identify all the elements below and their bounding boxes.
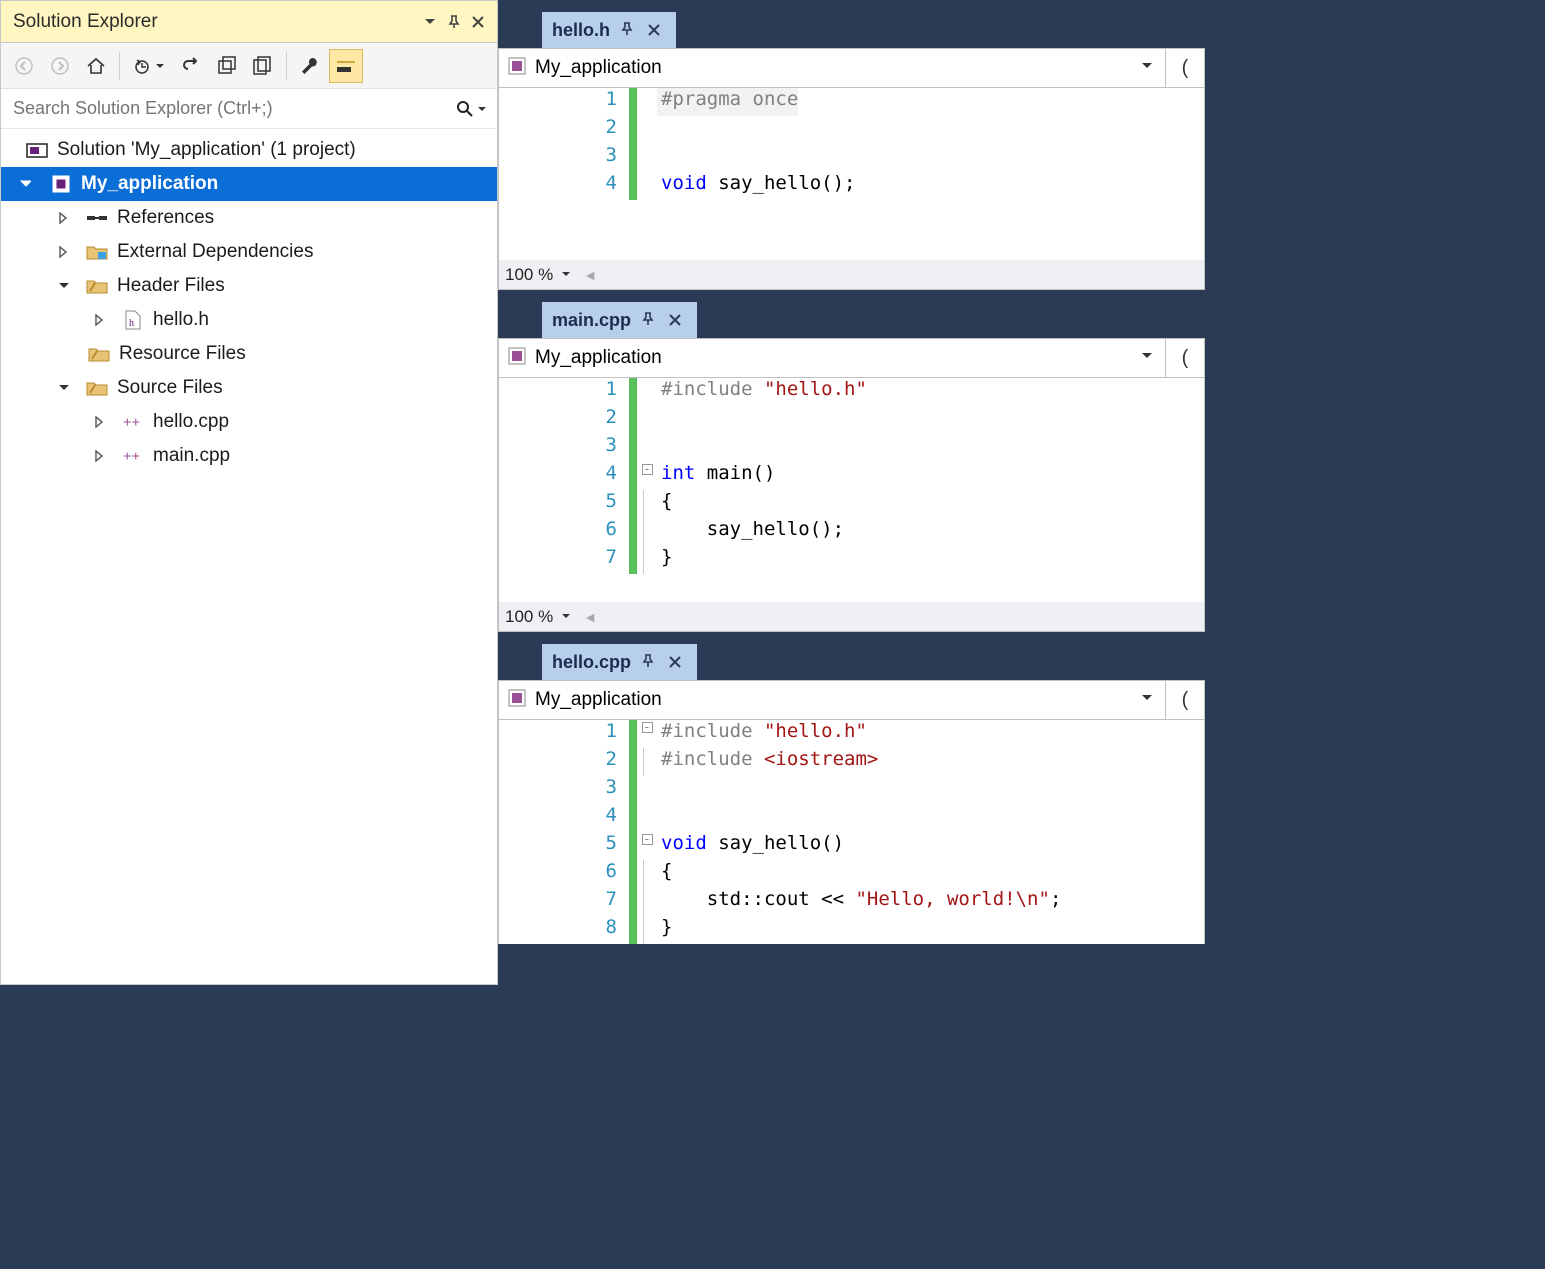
close-icon[interactable] bbox=[669, 310, 687, 331]
project-icon bbox=[49, 172, 73, 196]
project-icon bbox=[507, 688, 527, 713]
cpp-file-icon: ++ bbox=[121, 444, 145, 468]
hello-cpp-node[interactable]: ++ hello.cpp bbox=[1, 405, 497, 439]
tab-hello-h[interactable]: hello.h bbox=[542, 12, 676, 48]
home-button[interactable] bbox=[79, 49, 113, 83]
zoom-bar[interactable]: 100 % ◄ bbox=[498, 260, 1205, 290]
expand-icon[interactable] bbox=[89, 314, 109, 326]
search-icon[interactable] bbox=[455, 99, 487, 119]
scroll-left-icon[interactable]: ◄ bbox=[583, 267, 597, 283]
show-all-files-button[interactable] bbox=[246, 49, 280, 83]
solution-explorer-titlebar: Solution Explorer bbox=[1, 1, 497, 43]
editor-navbar: My_application ( bbox=[498, 338, 1205, 378]
close-icon[interactable] bbox=[467, 11, 489, 33]
chevron-down-icon[interactable] bbox=[1141, 59, 1157, 77]
project-icon bbox=[507, 346, 527, 371]
solution-explorer-panel: Solution Explorer bbox=[0, 0, 498, 985]
tab-hello-cpp[interactable]: hello.cpp bbox=[542, 644, 697, 680]
preview-button[interactable] bbox=[329, 49, 363, 83]
editor-main-cpp[interactable]: 1#include "hello.h" 2 3 4-int main() 5{ … bbox=[498, 378, 1205, 602]
header-files-node[interactable]: Header Files bbox=[1, 269, 497, 303]
svg-text:++: ++ bbox=[123, 415, 140, 431]
editor-navbar: My_application ( bbox=[498, 48, 1205, 88]
chevron-down-icon[interactable] bbox=[561, 265, 575, 285]
filter-folder-icon bbox=[85, 376, 109, 400]
filter-folder-icon bbox=[87, 342, 111, 366]
member-dropdown[interactable]: ( bbox=[1166, 347, 1204, 370]
fold-icon[interactable]: - bbox=[642, 464, 653, 475]
solution-icon bbox=[25, 138, 49, 162]
collapse-icon[interactable] bbox=[53, 382, 73, 394]
collapse-icon[interactable] bbox=[53, 280, 73, 292]
scope-dropdown[interactable]: My_application bbox=[499, 56, 1165, 81]
scope-dropdown[interactable]: My_application bbox=[499, 346, 1165, 371]
tab-main-cpp[interactable]: main.cpp bbox=[542, 302, 697, 338]
collapse-all-button[interactable] bbox=[210, 49, 244, 83]
resource-files-node[interactable]: Resource Files bbox=[1, 337, 497, 371]
editor-hello-h[interactable]: 1#pragma once 2 3 4void say_hello(); bbox=[498, 88, 1205, 260]
external-deps-node[interactable]: External Dependencies bbox=[1, 235, 497, 269]
pin-icon[interactable] bbox=[443, 11, 465, 33]
solution-search-input[interactable] bbox=[11, 97, 455, 120]
svg-text:h: h bbox=[129, 318, 134, 329]
expand-icon[interactable] bbox=[53, 246, 73, 258]
solution-node[interactable]: Solution 'My_application' (1 project) bbox=[1, 133, 497, 167]
expand-icon[interactable] bbox=[53, 212, 73, 224]
svg-text:++: ++ bbox=[123, 449, 140, 465]
solution-search[interactable] bbox=[1, 89, 497, 129]
dropdown-icon[interactable] bbox=[419, 11, 441, 33]
editor-hello-cpp[interactable]: 1-#include "hello.h" 2#include <iostream… bbox=[498, 720, 1205, 944]
pin-icon[interactable] bbox=[641, 310, 659, 331]
solution-tree[interactable]: Solution 'My_application' (1 project) My… bbox=[1, 129, 497, 477]
scope-dropdown[interactable]: My_application bbox=[499, 688, 1165, 713]
properties-button[interactable] bbox=[293, 49, 327, 83]
chevron-down-icon[interactable] bbox=[1141, 349, 1157, 367]
member-dropdown[interactable]: ( bbox=[1166, 689, 1204, 712]
pending-changes-button[interactable] bbox=[126, 49, 172, 83]
h-file-icon: h bbox=[121, 308, 145, 332]
collapse-icon[interactable] bbox=[15, 178, 35, 190]
source-files-node[interactable]: Source Files bbox=[1, 371, 497, 405]
close-icon[interactable] bbox=[648, 20, 666, 41]
nav-back-button[interactable] bbox=[7, 49, 41, 83]
main-cpp-node[interactable]: ++ main.cpp bbox=[1, 439, 497, 473]
cpp-file-icon: ++ bbox=[121, 410, 145, 434]
solution-explorer-toolbar bbox=[1, 43, 497, 89]
fold-icon[interactable]: - bbox=[642, 722, 653, 733]
expand-icon[interactable] bbox=[89, 416, 109, 428]
chevron-down-icon[interactable] bbox=[1141, 691, 1157, 709]
references-node[interactable]: References bbox=[1, 201, 497, 235]
hello-h-node[interactable]: h hello.h bbox=[1, 303, 497, 337]
project-node[interactable]: My_application bbox=[1, 167, 497, 201]
pin-icon[interactable] bbox=[641, 652, 659, 673]
editor-area: hello.h My_application ( 1#pragma once 2… bbox=[498, 0, 1205, 985]
close-icon[interactable] bbox=[669, 652, 687, 673]
fold-icon[interactable]: - bbox=[642, 834, 653, 845]
solution-explorer-title: Solution Explorer bbox=[13, 11, 417, 33]
references-icon bbox=[85, 206, 109, 230]
pin-icon[interactable] bbox=[620, 20, 638, 41]
scroll-left-icon[interactable]: ◄ bbox=[583, 609, 597, 625]
nav-fwd-button[interactable] bbox=[43, 49, 77, 83]
chevron-down-icon[interactable] bbox=[561, 607, 575, 627]
member-dropdown[interactable]: ( bbox=[1166, 57, 1204, 80]
editor-navbar: My_application ( bbox=[498, 680, 1205, 720]
filter-folder-icon bbox=[85, 274, 109, 298]
sync-button[interactable] bbox=[174, 49, 208, 83]
zoom-bar[interactable]: 100 % ◄ bbox=[498, 602, 1205, 632]
expand-icon[interactable] bbox=[89, 450, 109, 462]
folder-icon bbox=[85, 240, 109, 264]
project-icon bbox=[507, 56, 527, 81]
